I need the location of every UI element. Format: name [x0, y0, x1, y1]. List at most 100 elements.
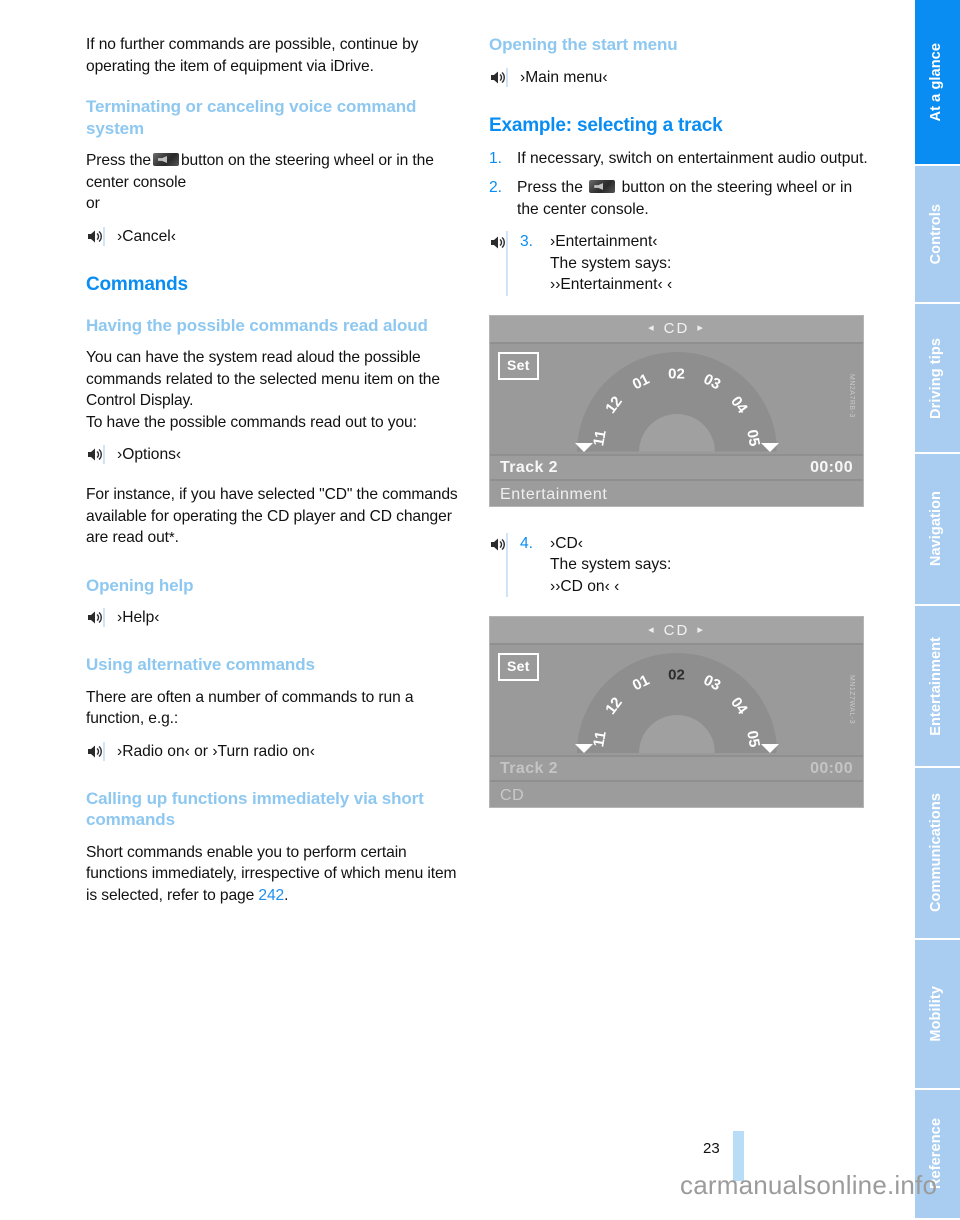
voice-command-icon — [489, 231, 508, 296]
idrive-title: CD — [663, 320, 690, 337]
voice-command-options: ›Options‹ — [86, 444, 466, 465]
example-step-list: 1. If necessary, switch on entertainment… — [489, 148, 869, 221]
rail-tab-navigation[interactable]: Navigation — [915, 454, 960, 606]
heading-opening-start-menu: Opening the start menu — [489, 35, 678, 54]
right-arrow-icon[interactable]: ▸ — [697, 620, 705, 641]
left-arrow-icon[interactable]: ◂ — [648, 620, 656, 641]
manual-page: At a glance Controls Driving tips Naviga… — [0, 0, 960, 1220]
dial-track-number[interactable]: 02 — [668, 363, 685, 384]
heading-commands: Commands — [86, 273, 188, 295]
voice-command-help: ›Help‹ — [86, 607, 466, 628]
alternative-paragraph: There are often a number of commands to … — [86, 688, 414, 728]
heading-example-selecting-track: Example: selecting a track — [489, 114, 723, 136]
system-says-label: The system says: — [550, 254, 672, 272]
steering-wheel-button-icon — [589, 180, 616, 193]
cd-example-period: . — [174, 529, 179, 546]
read-aloud-paragraph-2: To have the possible commands read out t… — [86, 413, 417, 431]
voice-command-icon — [86, 445, 105, 464]
rail-tab-label: Driving tips — [928, 337, 945, 419]
voice-command-cancel: ›Cancel‹ — [86, 226, 466, 247]
rail-tab-entertainment[interactable]: Entertainment — [915, 606, 960, 768]
left-arrow-icon[interactable]: ◂ — [648, 318, 656, 339]
short-commands-paragraph: Short commands enable you to perform cer… — [86, 842, 466, 907]
intro-paragraph: If no further commands are possible, con… — [86, 36, 419, 75]
rail-tab-communications[interactable]: Communications — [915, 768, 960, 940]
idrive-track-bar: Track 2 00:00 — [490, 755, 863, 782]
rail-tab-label: Controls — [928, 203, 945, 265]
rail-tab-controls[interactable]: Controls — [915, 166, 960, 304]
idrive-titlebar: ◂ CD ▸ — [490, 315, 863, 344]
idrive-stage: Set 11 12 01 02 03 04 05 — [490, 343, 863, 454]
read-aloud-paragraph-1: You can have the system read aloud the p… — [86, 349, 440, 409]
step-text: Press the button on the steering wheel o… — [517, 177, 869, 220]
idrive-screen-cd: ◂ CD ▸ Set 11 12 01 02 03 04 05 Track 2 00:00 — [489, 616, 864, 808]
rail-tab-at-a-glance[interactable]: At a glance — [915, 0, 960, 166]
figure-code: MN2A7RB-3 — [848, 373, 855, 418]
rail-tab-mobility[interactable]: Mobility — [915, 940, 960, 1090]
voice-command-icon — [86, 226, 105, 246]
voice-command-main-menu: ›Main menu‹ — [489, 67, 869, 88]
voice-command-icon — [86, 608, 105, 627]
section-tab-rail: At a glance Controls Driving tips Naviga… — [915, 0, 960, 1220]
set-button[interactable]: Set — [498, 653, 539, 681]
voice-command-icon — [489, 67, 508, 87]
heading-opening-help: Opening help — [86, 575, 194, 595]
page-reference-link[interactable]: 242 — [258, 887, 284, 904]
voice-step-entertainment: 3. ›Entertainment‹ The system says: ››En… — [489, 231, 869, 296]
step-number: 4. — [520, 534, 534, 552]
press-the-label: Press the — [86, 152, 151, 169]
voice-command-text: ›Options‹ — [117, 446, 182, 463]
track-dial[interactable]: 11 12 01 02 03 04 05 — [574, 653, 779, 753]
rail-tab-driving-tips[interactable]: Driving tips — [915, 304, 960, 454]
right-column: Opening the start menu ›Main menu‹ Examp… — [489, 34, 869, 808]
page-content: If no further commands are possible, con… — [0, 0, 915, 1220]
figure-code: MN1Z7WAL-3 — [848, 675, 855, 725]
idrive-footer-label: Entertainment — [500, 485, 608, 503]
track-dial[interactable]: 11 12 01 02 03 04 05 — [574, 351, 779, 452]
idrive-title: CD — [663, 621, 690, 639]
rail-tab-label: Navigation — [928, 491, 945, 567]
step-text: ›Entertainment‹ The system says: ››Enter… — [550, 231, 672, 296]
right-arrow-icon[interactable]: ▸ — [697, 318, 705, 339]
voice-command-text: ›Entertainment‹ — [550, 233, 658, 250]
idrive-track-bar: Track 2 00:00 — [490, 453, 863, 481]
rail-tab-label: Communications — [928, 793, 945, 913]
list-item: 1. If necessary, switch on entertainment… — [489, 148, 869, 170]
voice-command-icon — [86, 741, 105, 761]
rail-tab-label: Entertainment — [928, 636, 945, 736]
voice-command-text: ›Help‹ — [117, 609, 160, 626]
dial-track-number[interactable]: 11 — [588, 428, 611, 448]
dial-track-number[interactable]: 02 — [668, 665, 685, 686]
idrive-stage: Set 11 12 01 02 03 04 05 — [490, 645, 863, 755]
terminating-instruction: Press the button on the steering wheel or… — [86, 150, 466, 193]
system-says-value: ››Entertainment‹ ‹ — [550, 276, 673, 293]
voice-command-text: ›CD‹ — [550, 534, 583, 552]
press-the-label: Press the — [517, 179, 583, 196]
short-commands-period: . — [284, 886, 289, 904]
step-number: 3. — [520, 233, 534, 250]
rail-tab-label: Mobility — [928, 986, 945, 1042]
steering-wheel-button-icon — [152, 153, 179, 166]
heading-read-aloud: Having the possible commands read aloud — [86, 315, 428, 335]
heading-short-commands: Calling up functions immediately via sho… — [86, 788, 424, 830]
heading-alternative-commands: Using alternative commands — [86, 655, 315, 674]
set-button[interactable]: Set — [498, 351, 539, 380]
track-time: 00:00 — [810, 760, 853, 777]
idrive-screen-entertainment: ◂ CD ▸ Set 11 12 01 02 03 04 05 Track 2 00:00 — [489, 314, 864, 507]
idrive-titlebar: ◂ CD ▸ — [490, 617, 863, 645]
voice-step-cd: 4. ›CD‹ The system says: ››CD on‹ ‹ — [489, 532, 869, 598]
cd-example-text: For instance, if you have selected "CD" … — [86, 486, 458, 546]
voice-command-text: ›Radio on‹ or ›Turn radio on‹ — [117, 742, 315, 760]
page-number: 23 — [703, 1140, 720, 1157]
system-says-value: ››CD on‹ ‹ — [550, 577, 620, 595]
track-label: Track 2 — [500, 458, 558, 476]
list-item: 2. Press the button on the steering whee… — [489, 177, 869, 220]
step-number: 2. — [489, 179, 503, 196]
step-text: ›CD‹ The system says: ››CD on‹ ‹ — [550, 533, 671, 598]
read-aloud-paragraph-3: For instance, if you have selected "CD" … — [86, 484, 466, 549]
step-text: If necessary, switch on entertainment au… — [517, 149, 868, 167]
voice-command-text: ›Main menu‹ — [520, 68, 608, 86]
voice-command-radio-on: ›Radio on‹ or ›Turn radio on‹ — [86, 741, 466, 762]
track-label: Track 2 — [500, 760, 558, 777]
rail-tab-label: At a glance — [928, 42, 945, 122]
